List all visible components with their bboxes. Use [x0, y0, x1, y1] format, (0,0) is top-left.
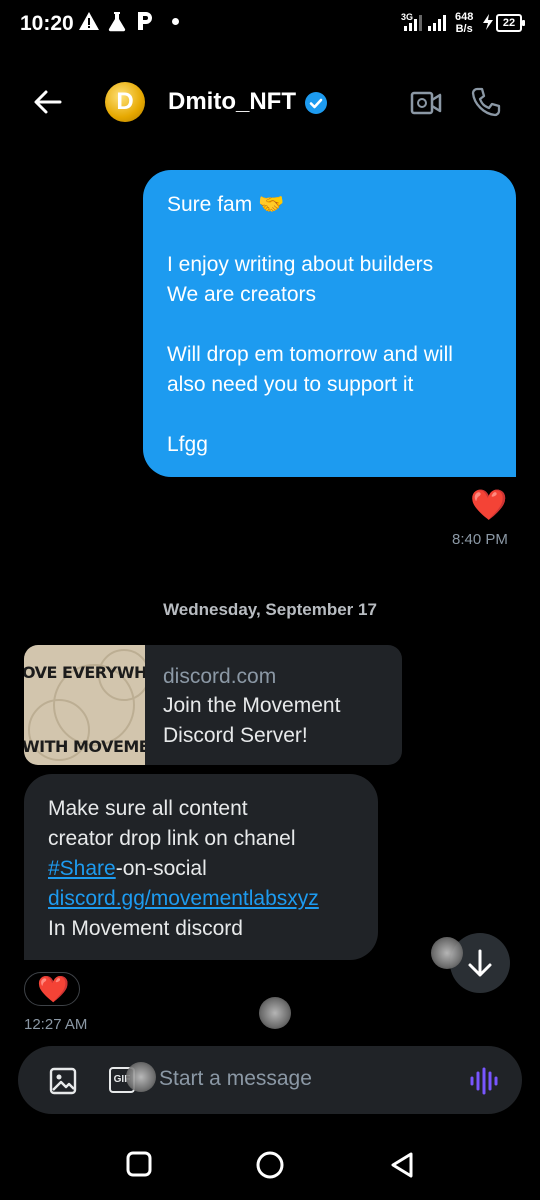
link-title: Join the Movement Discord Server!	[163, 694, 341, 747]
signal-icon	[402, 14, 450, 37]
audio-waveform-icon	[470, 1067, 498, 1095]
image-button[interactable]	[48, 1066, 78, 1101]
hashtag-suffix: -on-social	[115, 857, 207, 880]
outgoing-message-bubble[interactable]: Sure fam 🤝 I enjoy writing about builder…	[143, 170, 516, 477]
incoming-line: creator drop link on chanel	[48, 827, 296, 850]
incoming-reaction-pill[interactable]: ❤️	[24, 972, 80, 1006]
touch-indicator	[126, 1062, 156, 1092]
warning-icon	[78, 10, 100, 37]
message-composer[interactable]: GIF Start a message	[18, 1046, 522, 1114]
dot-icon	[172, 18, 179, 25]
circle-icon	[256, 1151, 284, 1179]
link-preview-card[interactable]: OVE EVERYWHE WITH MOVEMEN discord.com Jo…	[24, 645, 402, 765]
voice-message-button[interactable]	[468, 1066, 498, 1101]
incoming-line: #Share-on-social	[48, 854, 354, 884]
home-button[interactable]	[255, 1150, 285, 1185]
avatar[interactable]: D	[105, 82, 145, 122]
back-button[interactable]	[30, 86, 66, 118]
battery-indicator: 22	[496, 14, 525, 32]
network-speed: 648 B/s	[455, 11, 473, 35]
square-icon	[126, 1151, 152, 1177]
status-bar: 10:20 3G 648 B/s 22	[0, 0, 540, 50]
image-icon	[49, 1067, 77, 1095]
back-nav-button[interactable]	[388, 1150, 416, 1185]
thumbnail-text-top: OVE EVERYWHE	[24, 663, 145, 682]
incoming-line: discord.gg/movementlabsxyz	[48, 884, 354, 914]
conversation-title[interactable]: Dmito_NFT	[168, 88, 296, 116]
incoming-message-bubble[interactable]: Make sure all content creator drop link …	[24, 774, 378, 960]
speed-value: 648	[455, 11, 474, 23]
incoming-line: Make sure all content	[48, 797, 248, 820]
link-domain: discord.com	[163, 665, 277, 688]
date-separator: Wednesday, September 17	[163, 600, 377, 619]
recents-button[interactable]	[125, 1150, 153, 1183]
outgoing-message-text: Sure fam 🤝 I enjoy writing about builder…	[167, 193, 453, 456]
flask-icon	[106, 10, 128, 37]
outgoing-message-time: 8:40 PM	[452, 531, 508, 548]
discord-invite-link[interactable]: discord.gg/movementlabsxyz	[48, 887, 319, 910]
phone-icon	[471, 87, 501, 117]
status-time: 10:20	[20, 12, 74, 35]
voice-call-button[interactable]	[470, 86, 502, 123]
hashtag-link[interactable]: #Share	[48, 857, 116, 880]
p-icon	[135, 10, 155, 37]
triangle-back-icon	[391, 1152, 413, 1178]
thumbnail-text-bottom: WITH MOVEMEN	[24, 737, 145, 756]
charging-icon	[482, 14, 494, 35]
incoming-message-time: 12:27 AM	[24, 1016, 88, 1033]
outgoing-heart-reaction[interactable]: ❤️	[470, 490, 507, 522]
link-preview-thumbnail: OVE EVERYWHE WITH MOVEMEN	[24, 645, 145, 765]
video-camera-icon	[410, 91, 442, 115]
verified-badge-icon	[305, 92, 327, 114]
incoming-line: In Movement discord	[48, 917, 243, 940]
heart-icon: ❤️	[37, 974, 70, 1004]
video-call-button[interactable]	[410, 88, 442, 123]
message-input[interactable]: Start a message	[159, 1067, 312, 1091]
arrow-left-icon	[34, 90, 62, 114]
touch-indicator	[259, 997, 291, 1029]
speed-unit: B/s	[455, 23, 473, 35]
touch-indicator	[431, 937, 463, 969]
